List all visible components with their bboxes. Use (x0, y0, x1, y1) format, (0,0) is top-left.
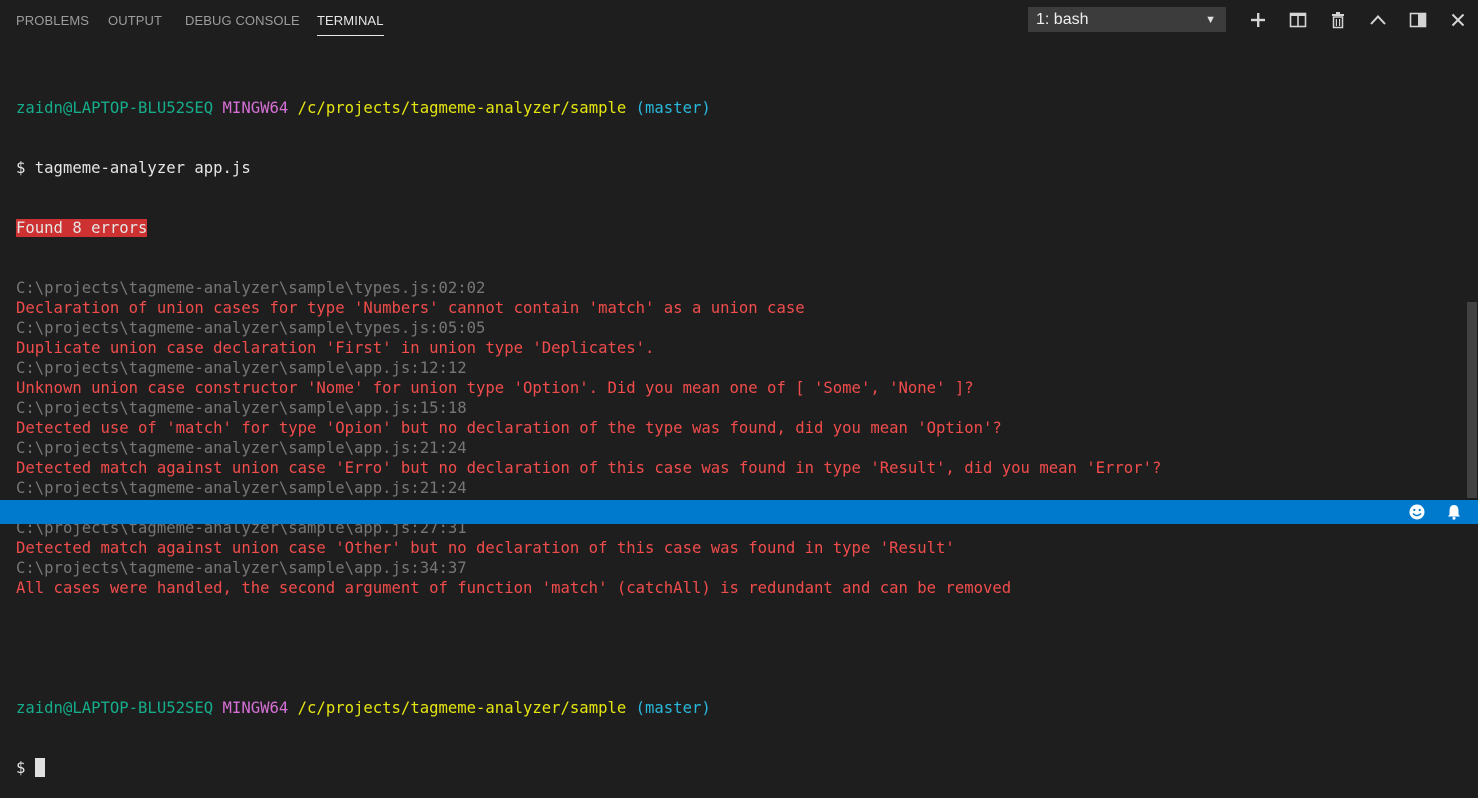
error-location: C:\projects\tagmeme-analyzer\sample\type… (16, 279, 486, 297)
tab-debug-console[interactable]: DEBUG CONSOLE (185, 12, 300, 30)
chevron-up-icon[interactable] (1368, 10, 1388, 30)
prompt-env: MINGW64 (222, 699, 289, 717)
terminal-cursor (35, 758, 46, 777)
terminal-scrollbar[interactable] (1467, 302, 1477, 498)
error-location: C:\projects\tagmeme-analyzer\sample\type… (16, 319, 486, 337)
prompt-env: MINGW64 (222, 99, 289, 117)
terminal-instance-select[interactable]: 1: bash ▼ (1028, 7, 1226, 32)
maximize-panel-icon[interactable] (1408, 10, 1428, 30)
prompt-user: zaidn@LAPTOP-BLU52SEQ (16, 99, 214, 117)
panel-tab-bar: PROBLEMS OUTPUT DEBUG CONSOLE TERMINAL 1… (0, 0, 1478, 40)
prompt-branch: (master) (635, 699, 711, 717)
input-line[interactable]: $ (16, 758, 1458, 778)
error-location: C:\projects\tagmeme-analyzer\sample\app.… (16, 359, 467, 377)
chevron-down-icon: ▼ (1205, 14, 1216, 26)
command-line: $ tagmeme-analyzer app.js (16, 159, 251, 177)
error-message: All cases were handled, the second argum… (16, 579, 1012, 597)
error-location: C:\projects\tagmeme-analyzer\sample\app.… (16, 559, 467, 577)
error-message: Detected match against union case 'Erro'… (16, 459, 1162, 477)
plus-icon[interactable] (1248, 10, 1268, 30)
error-location: C:\projects\tagmeme-analyzer\sample\app.… (16, 479, 467, 497)
error-list: C:\projects\tagmeme-analyzer\sample\type… (16, 278, 1458, 598)
tab-problems[interactable]: PROBLEMS (16, 12, 89, 30)
trash-icon[interactable] (1328, 10, 1348, 30)
prompt-line: zaidn@LAPTOP-BLU52SEQ MINGW64 /c/project… (16, 98, 1458, 118)
prompt-branch: (master) (635, 99, 711, 117)
error-location: C:\projects\tagmeme-analyzer\sample\app.… (16, 399, 467, 417)
error-message: Declaration of union cases for type 'Num… (16, 299, 805, 317)
smiley-icon[interactable] (1408, 503, 1426, 521)
status-bar (0, 500, 1478, 524)
error-location: C:\projects\tagmeme-analyzer\sample\app.… (16, 439, 467, 457)
error-message: Detected use of 'match' for type 'Opion'… (16, 419, 1002, 437)
error-message: Detected match against union case 'Other… (16, 539, 955, 557)
bell-icon[interactable] (1445, 503, 1463, 521)
close-icon[interactable] (1448, 10, 1468, 30)
error-message: Duplicate union case declaration 'First'… (16, 339, 655, 357)
summary-line: Found 8 errors (16, 218, 1458, 238)
prompt-symbol: $ (16, 759, 26, 777)
split-icon[interactable] (1288, 10, 1308, 30)
prompt-path: /c/projects/tagmeme-analyzer/sample (297, 699, 627, 717)
tab-output[interactable]: OUTPUT (108, 12, 162, 30)
error-message: Unknown union case constructor 'Nome' fo… (16, 379, 974, 397)
prompt-line: zaidn@LAPTOP-BLU52SEQ MINGW64 /c/project… (16, 698, 1458, 718)
tab-terminal[interactable]: TERMINAL (317, 12, 384, 36)
terminal-instance-label: 1: bash (1036, 11, 1089, 28)
terminal-output[interactable]: zaidn@LAPTOP-BLU52SEQ MINGW64 /c/project… (16, 58, 1458, 798)
error-summary-badge: Found 8 errors (16, 219, 148, 237)
prompt-user: zaidn@LAPTOP-BLU52SEQ (16, 699, 214, 717)
prompt-path: /c/projects/tagmeme-analyzer/sample (297, 99, 627, 117)
